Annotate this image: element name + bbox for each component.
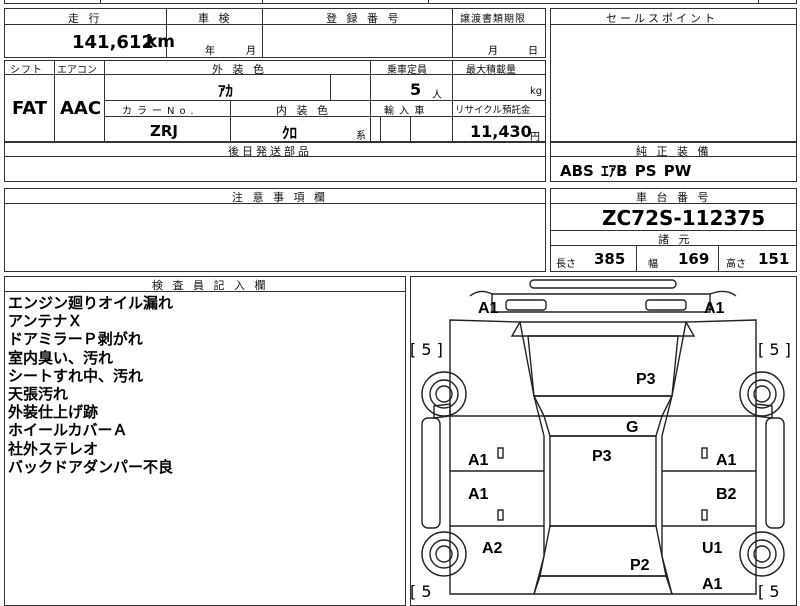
shift-label: シフト <box>10 65 43 76</box>
top-strip <box>4 0 797 4</box>
damage-quarter-left: A2 <box>482 540 503 557</box>
spec-length-value: 385 <box>594 250 626 268</box>
damage-door-rear-left: A1 <box>468 486 489 503</box>
max-load-unit: kg <box>530 86 543 97</box>
damage-windshield: G <box>626 419 639 436</box>
chassis-label: 車 台 番 号 <box>636 191 712 204</box>
color-no-value: ZRJ <box>150 122 179 140</box>
recycle-fee-label: リサイクル預託金 <box>455 105 531 116</box>
tire-grade-front-left: [ 5 ] <box>410 340 443 359</box>
exterior-color-value: ｱｶ <box>218 82 234 100</box>
deadline-day-unit: 日 <box>528 46 538 57</box>
damage-hood: P3 <box>636 371 656 388</box>
transfer-deadline-label: 譲渡書類期限 <box>460 14 526 25</box>
recycle-fee-unit: 円 <box>530 132 540 143</box>
tire-grade-rear-right: [ 5 <box>758 582 780 601</box>
inspector-notes-label: 検 査 員 記 入 欄 <box>152 279 269 292</box>
note-line: エンジン廻りオイル漏れ <box>8 294 174 312</box>
note-line: 外装仕上げ跡 <box>8 403 99 422</box>
spec-height-label: 高さ <box>726 259 746 270</box>
mileage-unit: km <box>146 32 176 52</box>
inspection-month-unit: 月 <box>246 46 256 57</box>
note-line: アンテナＸ <box>8 312 83 331</box>
registration-label: 登 録 番 号 <box>326 12 402 25</box>
damage-front-left: A1 <box>478 300 499 317</box>
inspection-label: 車 検 <box>198 12 233 25</box>
later-parts-label: 後日発送部品 <box>228 145 312 158</box>
capacity-label: 乗車定員 <box>387 65 427 76</box>
sales-point-box <box>550 8 797 142</box>
note-line: 社外ステレオ <box>8 439 99 458</box>
damage-back-door: P2 <box>630 557 650 574</box>
caution-label: 注 意 事 項 欄 <box>232 191 328 204</box>
aircon-label: エアコン <box>57 65 97 76</box>
shift-value: FAT <box>12 98 48 119</box>
damage-door-front-left: A1 <box>468 452 489 469</box>
capacity-unit: 人 <box>432 90 442 101</box>
tire-grade-rear-left: [ 5 <box>410 582 432 601</box>
interior-color-value: ｸﾛ <box>282 124 298 142</box>
damage-rear-right: A1 <box>702 576 723 593</box>
spec-width-label: 幅 <box>648 259 658 270</box>
car-diagram <box>421 279 785 595</box>
note-line: ホイールカバーＡ <box>8 421 128 440</box>
max-load-label: 最大積載量 <box>466 65 516 76</box>
note-line: バックドアダンパー不良 <box>8 457 174 476</box>
note-line: 天張汚れ <box>8 385 69 404</box>
damage-door-rear-right: B2 <box>716 486 737 503</box>
import-car-label: 輸 入 車 <box>384 106 426 117</box>
tire-grade-front-right: [ 5 ] <box>758 340 791 359</box>
color-no-label: カラーNo. <box>122 106 199 117</box>
recycle-fee-value: 11,430 <box>470 122 532 141</box>
chassis-value: ZC72S-112375 <box>602 206 766 230</box>
aircon-value: AAC <box>60 98 102 119</box>
inspector-notes-list: エンジン廻りオイル漏れ アンテナＸ ドアミラーＰ剥がれ 室内臭い、汚れ シートす… <box>8 294 173 476</box>
interior-color-suffix: 系 <box>356 131 366 142</box>
genuine-equipment-label: 純 正 装 備 <box>636 145 712 158</box>
note-line: ドアミラーＰ剥がれ <box>8 330 143 349</box>
mileage-value: 141,612 <box>72 32 154 53</box>
spec-height-value: 151 <box>758 250 790 268</box>
specs-label: 諸 元 <box>658 233 693 246</box>
genuine-equipment-value: ABS ｴｱB PS PW <box>560 162 692 180</box>
damage-quarter-right: U1 <box>702 540 723 557</box>
note-line: 室内臭い、汚れ <box>8 348 114 367</box>
interior-color-label: 内 装 色 <box>276 104 331 117</box>
sales-point-label: セールスポイント <box>606 12 718 25</box>
note-line: シートすれ中、汚れ <box>8 366 144 385</box>
spec-width-value: 169 <box>678 250 710 268</box>
exterior-color-label: 外 装 色 <box>212 63 267 76</box>
damage-front-right: A1 <box>704 300 725 317</box>
capacity-value: 5 <box>410 80 422 99</box>
deadline-month-unit: 月 <box>488 46 498 57</box>
inspection-year-unit: 年 <box>205 46 215 57</box>
spec-length-label: 長さ <box>556 259 576 270</box>
mileage-label: 走 行 <box>68 12 103 25</box>
damage-roof: P3 <box>592 448 612 465</box>
damage-door-front-right: A1 <box>716 452 737 469</box>
